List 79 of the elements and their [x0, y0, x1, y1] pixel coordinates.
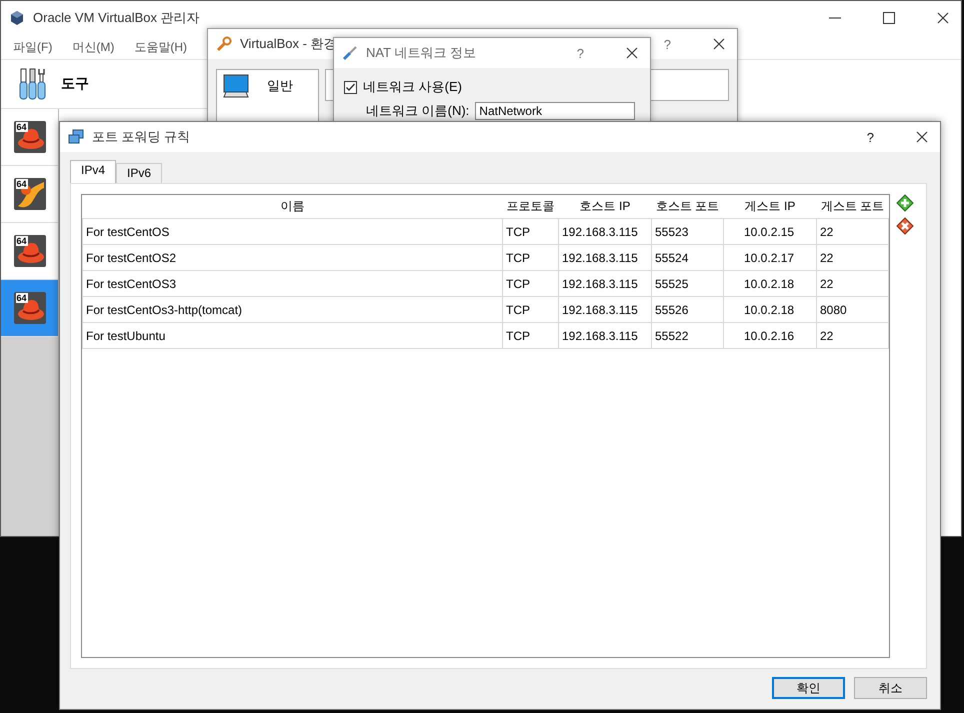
table-cell: 55523 — [652, 218, 724, 244]
help-button[interactable]: ? — [664, 36, 671, 52]
cancel-button[interactable]: 취소 — [854, 677, 927, 699]
table-cell: 192.168.3.115 — [558, 270, 652, 296]
vm-icon — [14, 178, 46, 210]
table-cell: 22 — [816, 270, 888, 296]
table-cell: 10.0.2.18 — [724, 296, 816, 322]
table-cell: 10.0.2.18 — [724, 270, 816, 296]
maximize-icon[interactable] — [883, 12, 895, 24]
help-button[interactable]: ? — [866, 130, 874, 144]
table-cell: TCP — [502, 296, 558, 322]
table-cell: 10.0.2.16 — [724, 322, 816, 348]
table-cell: 55522 — [652, 322, 724, 348]
table-cell: TCP — [502, 270, 558, 296]
column-header[interactable]: 호스트 포트 — [652, 195, 724, 218]
table-cell: For testCentOs3-http(tomcat) — [82, 296, 502, 322]
field-label: 네트워크 이름(N): — [366, 102, 470, 120]
vm-list-item[interactable]: 64 — [1, 280, 58, 337]
remove-rule-icon[interactable] — [896, 217, 914, 235]
table-cell: TCP — [502, 218, 558, 244]
table-cell: 55524 — [652, 244, 724, 270]
window-title: 포트 포워딩 규칙 — [92, 128, 190, 146]
menu-item[interactable]: 머신(M) — [70, 38, 116, 56]
table-cell: TCP — [502, 244, 558, 270]
ok-button[interactable]: 확인 — [772, 677, 845, 699]
network-name-field[interactable]: NatNetwork — [475, 102, 636, 120]
table-cell: 22 — [816, 218, 888, 244]
table-cell: For testCentOS3 — [82, 270, 502, 296]
table-cell: 192.168.3.115 — [558, 244, 652, 270]
vm-icon — [14, 292, 46, 324]
table-cell: 22 — [816, 322, 888, 348]
close-icon[interactable] — [626, 47, 638, 59]
monitor-icon — [223, 74, 249, 98]
table-cell: 10.0.2.17 — [724, 244, 816, 270]
category-item[interactable]: 일반 — [267, 77, 293, 95]
table-cell: For testUbuntu — [82, 322, 502, 348]
tools-icon — [19, 68, 47, 100]
table-cell: 55525 — [652, 270, 724, 296]
close-icon[interactable] — [916, 131, 928, 143]
close-icon[interactable] — [937, 12, 949, 24]
os-badge: 64 — [16, 122, 28, 132]
window-title: NAT 네트워크 정보 — [366, 44, 476, 62]
vm-list-item[interactable]: 64 — [1, 223, 58, 280]
tab[interactable]: IPv6 — [116, 163, 162, 183]
table-cell: 192.168.3.115 — [558, 322, 652, 348]
table-cell: 8080 — [816, 296, 888, 322]
vm-icon — [14, 121, 46, 153]
os-badge: 64 — [16, 236, 28, 246]
checkbox-label: 네트워크 사용(E) — [363, 78, 462, 96]
wrench-icon — [216, 36, 232, 52]
menu-item[interactable]: 도움말(H) — [132, 38, 189, 56]
table-cell: 22 — [816, 244, 888, 270]
cube-icon — [9, 10, 25, 26]
table-cell: TCP — [502, 322, 558, 348]
os-badge: 64 — [16, 293, 28, 303]
os-badge: 64 — [16, 179, 28, 189]
close-icon[interactable] — [713, 38, 725, 50]
column-header[interactable]: 게스트 IP — [724, 195, 816, 218]
checked-checkbox[interactable] — [344, 80, 357, 94]
monitors-icon — [68, 129, 84, 145]
help-button[interactable]: ? — [576, 46, 584, 60]
column-header[interactable]: 호스트 IP — [558, 195, 652, 218]
table-cell: For testCentOS — [82, 218, 502, 244]
table-cell: 10.0.2.15 — [724, 218, 816, 244]
vm-list-item[interactable]: 64 — [1, 166, 58, 223]
table-cell: 55526 — [652, 296, 724, 322]
table-cell: For testCentOS2 — [82, 244, 502, 270]
menu-item[interactable]: 파일(F) — [11, 38, 54, 56]
column-header[interactable]: 이름 — [82, 195, 502, 218]
table-cell: 192.168.3.115 — [558, 218, 652, 244]
vm-list-item[interactable]: 64 — [1, 109, 58, 166]
column-header[interactable]: 게스트 포트 — [816, 195, 888, 218]
tab[interactable]: IPv4 — [70, 160, 116, 183]
vm-icon — [14, 235, 46, 267]
table-cell: 192.168.3.115 — [558, 296, 652, 322]
add-rule-icon[interactable] — [896, 194, 914, 212]
screwdriver-icon — [342, 45, 358, 61]
column-header[interactable]: 프로토콜 — [502, 195, 558, 218]
window-title: Oracle VM VirtualBox 관리자 — [33, 9, 200, 27]
